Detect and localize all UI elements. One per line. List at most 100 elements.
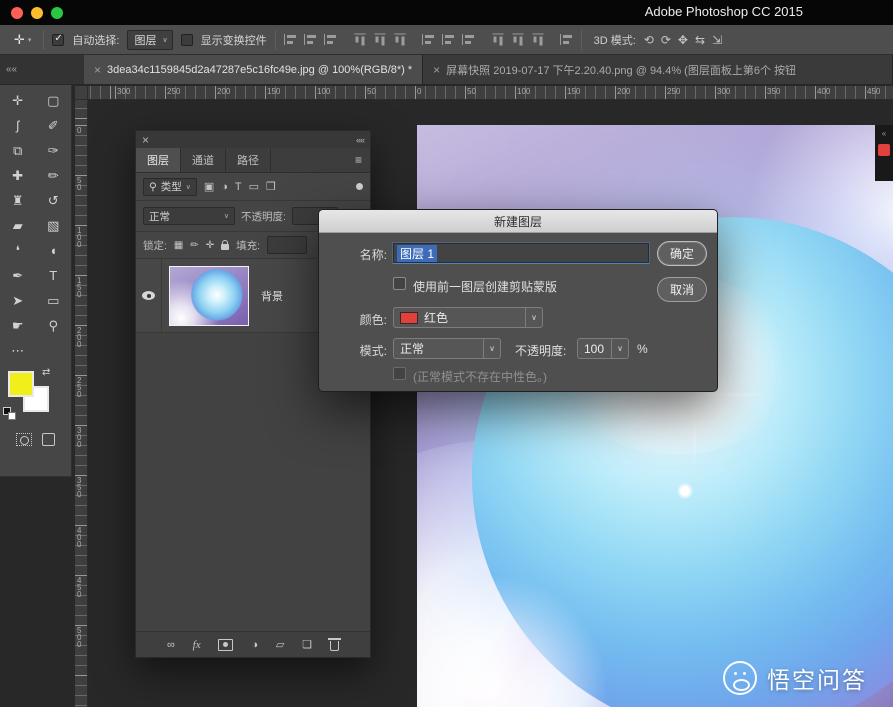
opacity-dropdown[interactable]: 100 ∨ xyxy=(577,338,629,359)
tool-more-tools[interactable]: ⋯ xyxy=(0,338,36,363)
tool-lasso[interactable]: ʃ xyxy=(0,113,36,138)
new-group-icon[interactable]: ▱ xyxy=(276,638,284,651)
active-tool-preset[interactable]: ✛ ▾ xyxy=(10,30,35,50)
filter-type-layers-icon[interactable]: T xyxy=(235,181,242,193)
tool-type[interactable]: T xyxy=(36,263,72,288)
foreground-color-swatch[interactable] xyxy=(8,371,34,397)
zoom-window-button[interactable] xyxy=(51,7,63,19)
tool-brush[interactable]: ✏ xyxy=(36,163,72,188)
align-bottom-edges[interactable] xyxy=(324,34,337,46)
align-top-edges[interactable] xyxy=(284,34,297,46)
auto-align-layers[interactable] xyxy=(560,34,573,46)
layer-thumbnail[interactable] xyxy=(169,266,249,326)
eye-icon[interactable] xyxy=(142,291,155,300)
panel-tab-图层[interactable]: 图层 xyxy=(136,148,181,172)
distribute-vertical-centers[interactable] xyxy=(442,34,455,46)
document-tab-1[interactable]: × 3dea34c1159845d2a47287e5c16fc49e.jpg @… xyxy=(84,55,423,84)
tool-spot-healing-brush[interactable]: ✚ xyxy=(0,163,36,188)
filter-shape-layers-icon[interactable]: ▭ xyxy=(249,180,259,193)
collapsed-panel-icon[interactable] xyxy=(878,144,890,156)
distribute-horizontal-centers[interactable] xyxy=(511,33,523,46)
add-layer-mask-icon[interactable] xyxy=(218,639,233,651)
close-tab-icon[interactable]: × xyxy=(433,63,440,77)
tool-eyedropper[interactable]: ✑ xyxy=(36,138,72,163)
filter-pixel-layers-icon[interactable]: ▣ xyxy=(204,180,214,193)
lock-transparent-pixels-icon[interactable]: ▦ xyxy=(174,240,183,251)
tool-history-brush[interactable]: ↺ xyxy=(36,188,72,213)
tool-pen[interactable]: ✒ xyxy=(0,263,36,288)
neutral-color-checkbox xyxy=(393,367,406,380)
mode-dropdown[interactable]: 正常 ∨ xyxy=(393,338,501,359)
align-left-edges[interactable] xyxy=(353,33,365,46)
watermark-text: 悟空问答 xyxy=(767,661,867,695)
delete-layer-icon[interactable] xyxy=(330,641,339,651)
filter-toggle-icon[interactable] xyxy=(356,183,363,190)
tool-move[interactable]: ✛ xyxy=(0,88,36,113)
3d-drag-icon[interactable]: ✥ xyxy=(678,33,688,47)
tool-path-selection[interactable]: ➤ xyxy=(0,288,36,313)
distribute-left-edges[interactable] xyxy=(491,33,503,46)
distribute-bottom-edges[interactable] xyxy=(462,34,475,46)
close-window-button[interactable] xyxy=(11,7,23,19)
quick-mask-icon[interactable] xyxy=(16,433,32,446)
document-tab-2[interactable]: × 屏幕快照 2019-07-17 下午2.20.40.png @ 94.4% … xyxy=(423,55,893,84)
tool-eraser[interactable]: ▰ xyxy=(0,213,36,238)
3d-rotate-icon[interactable]: ⟲ xyxy=(644,33,654,47)
3d-slide-icon[interactable]: ⇆ xyxy=(695,33,705,47)
swap-colors-icon[interactable]: ⇄ xyxy=(42,367,50,378)
collapse-panel-icon[interactable]: «« xyxy=(356,135,364,145)
ruler-origin-corner[interactable] xyxy=(75,86,88,100)
layer-visibility-cell[interactable] xyxy=(136,259,162,332)
auto-select-target-dropdown[interactable]: 图层 ∨ xyxy=(127,30,172,50)
tool-rectangular-marquee[interactable]: ▢ xyxy=(36,88,72,113)
collapse-toolbar-icon[interactable]: «« xyxy=(6,64,17,75)
lock-all-icon[interactable] xyxy=(221,244,229,250)
color-dropdown[interactable]: 红色 ∨ xyxy=(393,307,543,328)
blend-mode-dropdown[interactable]: 正常 ∨ xyxy=(143,207,235,225)
new-layer-icon[interactable]: ❏ xyxy=(302,638,312,651)
close-tab-icon[interactable]: × xyxy=(94,63,101,77)
tool-dodge[interactable]: ◖ xyxy=(36,238,72,263)
3d-scale-icon[interactable]: ⇲ xyxy=(712,33,722,47)
minimize-window-button[interactable] xyxy=(31,7,43,19)
filter-smart-objects-icon[interactable]: ❒ xyxy=(266,180,276,193)
screen-mode-icon[interactable] xyxy=(42,433,55,446)
align-horizontal-centers[interactable] xyxy=(373,33,385,46)
expand-panels-icon[interactable]: « xyxy=(882,129,886,138)
auto-select-checkbox[interactable] xyxy=(52,34,64,46)
distribute-right-edges[interactable] xyxy=(531,33,543,46)
lock-position-icon[interactable]: ✛ xyxy=(206,240,214,251)
tool-clone-stamp[interactable]: ♜ xyxy=(0,188,36,213)
tool-zoom[interactable]: ⚲ xyxy=(36,313,72,338)
clipping-mask-checkbox[interactable] xyxy=(393,277,406,290)
link-layers-icon[interactable]: ∞ xyxy=(167,639,175,651)
new-adjustment-layer-icon[interactable]: ◑ xyxy=(251,639,258,651)
panel-tab-通道[interactable]: 通道 xyxy=(181,148,226,172)
tool-hand[interactable]: ☛ xyxy=(0,313,36,338)
filter-adjustment-layers-icon[interactable]: ◑ xyxy=(221,181,228,193)
dialog-title: 新建图层 xyxy=(319,210,717,233)
cancel-button[interactable]: 取消 xyxy=(657,277,707,302)
close-panel-icon[interactable]: × xyxy=(142,133,149,147)
tool-gradient[interactable]: ▧ xyxy=(36,213,72,238)
show-transform-checkbox[interactable] xyxy=(181,34,193,46)
ruler-label: 450 xyxy=(867,87,880,96)
tool-rectangle-shape[interactable]: ▭ xyxy=(36,288,72,313)
ruler-label: 250 xyxy=(167,87,180,96)
default-colors-icon[interactable] xyxy=(3,407,17,421)
tool-blur[interactable]: ❛ xyxy=(0,238,36,263)
3d-roll-icon[interactable]: ⟳ xyxy=(661,33,671,47)
tool-crop[interactable]: ⧉ xyxy=(0,138,36,163)
filter-kind-dropdown[interactable]: ⚲ 类型 ∨ xyxy=(143,178,197,196)
distribute-top-edges[interactable] xyxy=(422,34,435,46)
layer-effects-icon[interactable]: fx xyxy=(193,639,201,651)
fill-value-box[interactable] xyxy=(267,236,307,254)
align-vertical-centers[interactable] xyxy=(304,34,317,46)
lock-image-pixels-icon[interactable]: ✏ xyxy=(190,240,198,251)
name-input[interactable]: 图层 1 xyxy=(393,243,649,263)
panel-menu-icon[interactable]: ≡ xyxy=(355,153,370,167)
align-right-edges[interactable] xyxy=(393,33,405,46)
ok-button[interactable]: 确定 xyxy=(657,241,707,266)
panel-tab-路径[interactable]: 路径 xyxy=(226,148,271,172)
tool-quick-selection[interactable]: ✐ xyxy=(36,113,72,138)
